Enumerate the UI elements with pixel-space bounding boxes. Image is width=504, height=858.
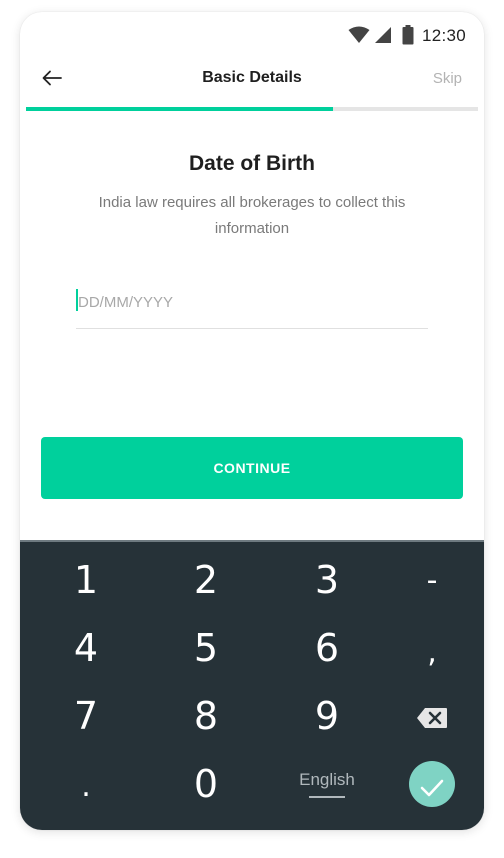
key-8[interactable]: 8 bbox=[148, 682, 264, 750]
check-icon bbox=[420, 762, 444, 806]
language-key[interactable]: English bbox=[269, 750, 385, 818]
backspace-icon bbox=[416, 694, 448, 738]
continue-button[interactable]: CONTINUE bbox=[41, 437, 463, 499]
key-3[interactable]: 3 bbox=[269, 546, 385, 614]
page-subtitle: India law requires all brokerages to col… bbox=[98, 194, 406, 237]
key-7[interactable]: 7 bbox=[28, 682, 144, 750]
battery-icon bbox=[402, 25, 414, 50]
key-0[interactable]: 0 bbox=[148, 750, 264, 818]
signal-icon bbox=[374, 26, 392, 49]
key-4[interactable]: 4 bbox=[28, 614, 144, 682]
dob-input[interactable] bbox=[76, 286, 430, 318]
skip-button[interactable]: Skip bbox=[433, 70, 462, 87]
language-underline bbox=[309, 796, 345, 798]
dob-field bbox=[76, 286, 430, 329]
numeric-keyboard: 1 2 3 - 4 5 6 , 7 8 9 . 0 English bbox=[20, 540, 484, 830]
done-button[interactable] bbox=[409, 761, 455, 807]
progress-bar bbox=[26, 107, 478, 111]
header-title: Basic Details bbox=[202, 69, 302, 86]
key-comma[interactable]: , bbox=[374, 618, 484, 686]
key-dash[interactable]: - bbox=[374, 546, 484, 614]
key-period[interactable]: . bbox=[28, 752, 144, 820]
key-1[interactable]: 1 bbox=[28, 546, 144, 614]
wifi-icon bbox=[348, 26, 370, 49]
key-6[interactable]: 6 bbox=[269, 614, 385, 682]
key-9[interactable]: 9 bbox=[269, 682, 385, 750]
progress-fill bbox=[26, 107, 334, 111]
phone-screen: 12:30 Basic Details Skip Date of Birth I… bbox=[20, 12, 484, 830]
language-label: English bbox=[299, 770, 355, 789]
status-bar: 12:30 bbox=[20, 12, 484, 60]
key-2[interactable]: 2 bbox=[148, 546, 264, 614]
status-time: 12:30 bbox=[422, 26, 467, 45]
done-key[interactable] bbox=[374, 750, 484, 818]
page-title: Date of Birth bbox=[189, 152, 315, 175]
backspace-key[interactable] bbox=[374, 682, 484, 750]
key-5[interactable]: 5 bbox=[148, 614, 264, 682]
header: Basic Details Skip bbox=[20, 60, 484, 106]
